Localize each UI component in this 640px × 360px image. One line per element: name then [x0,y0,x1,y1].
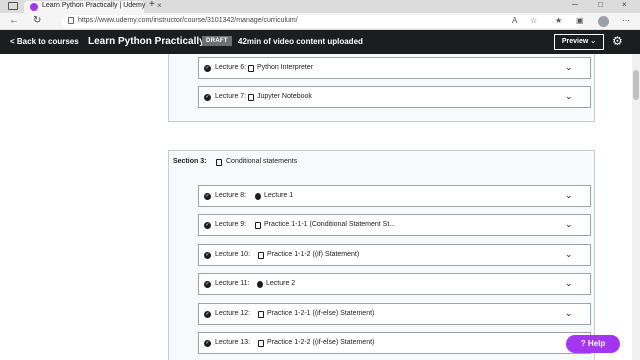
address-bar-row: ← ↻ https://www.udemy.com/instructor/cou… [0,13,640,30]
article-icon [258,311,264,318]
url-text: https://www.udemy.com/instructor/course/… [78,17,298,24]
refresh-icon[interactable]: ↻ [33,15,41,26]
lock-icon [68,17,74,24]
lecture-number: Lecture 6: [215,64,247,71]
back-to-courses-link[interactable]: < Back to courses [10,37,79,46]
new-tab-icon[interactable]: + [149,0,155,10]
lecture-item[interactable]: ✓ Lecture 8: Lecture 1 ⌄ [198,185,591,207]
check-circle-icon: ✓ [204,94,211,101]
lecture-item[interactable]: ✓ Lecture 13: Practice 1-2-2 ((if-else) … [198,332,591,354]
preview-button[interactable]: Preview ⌄ [554,34,604,50]
lecture-title: Lecture 1 [264,192,294,199]
scrollbar-thumb[interactable] [633,70,639,100]
lecture-number: Lecture 13: [215,339,251,346]
check-circle-icon: ✓ [204,222,211,229]
lecture-title: Practice 1-2-1 ((if-else) Statement) [267,310,375,317]
gear-icon[interactable]: ⚙ [612,34,623,48]
collections-icon[interactable]: ▣ [576,16,584,25]
chevron-down-icon[interactable]: ⌄ [565,62,573,73]
browser-tab[interactable]: Learn Python Practically | Udemy × [24,1,162,13]
check-circle-icon: ✓ [204,281,211,288]
lecture-item[interactable]: ✓ Lecture 7: Jupyter Notebook ⌄ [198,86,591,108]
help-button[interactable]: ? Help [566,335,620,353]
chevron-down-icon[interactable]: ⌄ [565,278,573,289]
udemy-favicon-icon [30,3,38,11]
maximize-icon[interactable]: □ [598,0,603,9]
video-icon [257,281,263,288]
article-icon [258,340,264,347]
back-arrow-icon[interactable]: ← [9,15,19,26]
status-badge: DRAFT [202,36,232,46]
lecture-title: Jupyter Notebook [257,93,312,100]
article-icon [258,252,264,259]
check-circle-icon: ✓ [204,311,211,318]
favorites-icon[interactable]: ★ [555,16,562,25]
page-scrollbar[interactable] [632,54,640,360]
more-menu-icon[interactable]: ⋯ [622,16,630,25]
tab-title: Learn Python Practically | Udemy [42,2,146,9]
article-icon [255,222,261,229]
upload-status: 42min of video content uploaded [238,37,363,46]
chevron-down-icon[interactable]: ⌄ [565,308,573,319]
course-manage-header: < Back to courses Learn Python Practical… [0,30,640,54]
article-icon [248,65,254,72]
lecture-number: Lecture 11: [215,280,250,287]
url-input[interactable]: https://www.udemy.com/instructor/course/… [62,15,582,28]
lecture-number: Lecture 8: [215,192,247,199]
article-icon [216,159,222,166]
video-icon [255,193,261,200]
lecture-item[interactable]: ✓ Lecture 10: Practice 1-1-2 ((if) State… [198,244,591,266]
check-circle-icon: ✓ [204,252,211,259]
lecture-number: Lecture 9: [215,221,247,228]
profile-avatar[interactable] [598,16,609,27]
lecture-title: Practice 1-1-2 ((if) Statement) [267,251,360,258]
chevron-down-icon[interactable]: ⌄ [565,219,573,230]
lecture-number: Lecture 7: [215,93,247,100]
tab-close-icon[interactable]: × [157,1,162,10]
minimize-icon[interactable]: ─ [572,0,578,9]
lecture-item[interactable]: ✓ Lecture 12: Practice 1-2-1 ((if-else) … [198,303,591,325]
lecture-item[interactable]: ✓ Lecture 11: Lecture 2 ⌄ [198,273,591,295]
lecture-number: Lecture 10: [215,251,251,258]
lecture-item[interactable]: ✓ Lecture 6: Python Interpreter ⌄ [198,57,591,79]
section-title: Conditional statements [226,158,298,165]
lecture-item[interactable]: ✓ Lecture 9: Practice 1-1-1 (Conditional… [198,214,591,236]
course-title: Learn Python Practically [88,36,205,47]
lecture-title: Lecture 2 [266,280,296,287]
favorites-add-icon[interactable]: ☆ [530,16,537,25]
lecture-title: Python Interpreter [257,64,314,71]
check-circle-icon: ✓ [204,65,211,72]
lecture-title: Practice 1-1-1 (Conditional Statement St… [264,221,396,228]
section-header: Section 3: [173,158,206,165]
chevron-down-icon[interactable]: ⌄ [565,190,573,201]
lecture-title: Practice 1-2-2 ((if-else) Statement) [267,339,375,346]
section-number: Section 3: [173,158,207,165]
article-icon [248,94,254,101]
check-circle-icon: ✓ [204,193,211,200]
window-close-icon[interactable]: × [622,0,627,9]
curriculum-content: ✓ Lecture 6: Python Interpreter ⌄ ✓ Lect… [0,54,632,360]
chevron-down-icon[interactable]: ⌄ [565,91,573,102]
chevron-down-icon[interactable]: ⌄ [565,249,573,260]
lecture-number: Lecture 12: [215,310,251,317]
browser-tab-strip: Learn Python Practically | Udemy × + ─ □… [0,0,640,13]
tab-actions-icon[interactable] [8,2,18,10]
read-aloud-icon[interactable]: A [512,16,517,25]
check-circle-icon: ✓ [204,340,211,347]
